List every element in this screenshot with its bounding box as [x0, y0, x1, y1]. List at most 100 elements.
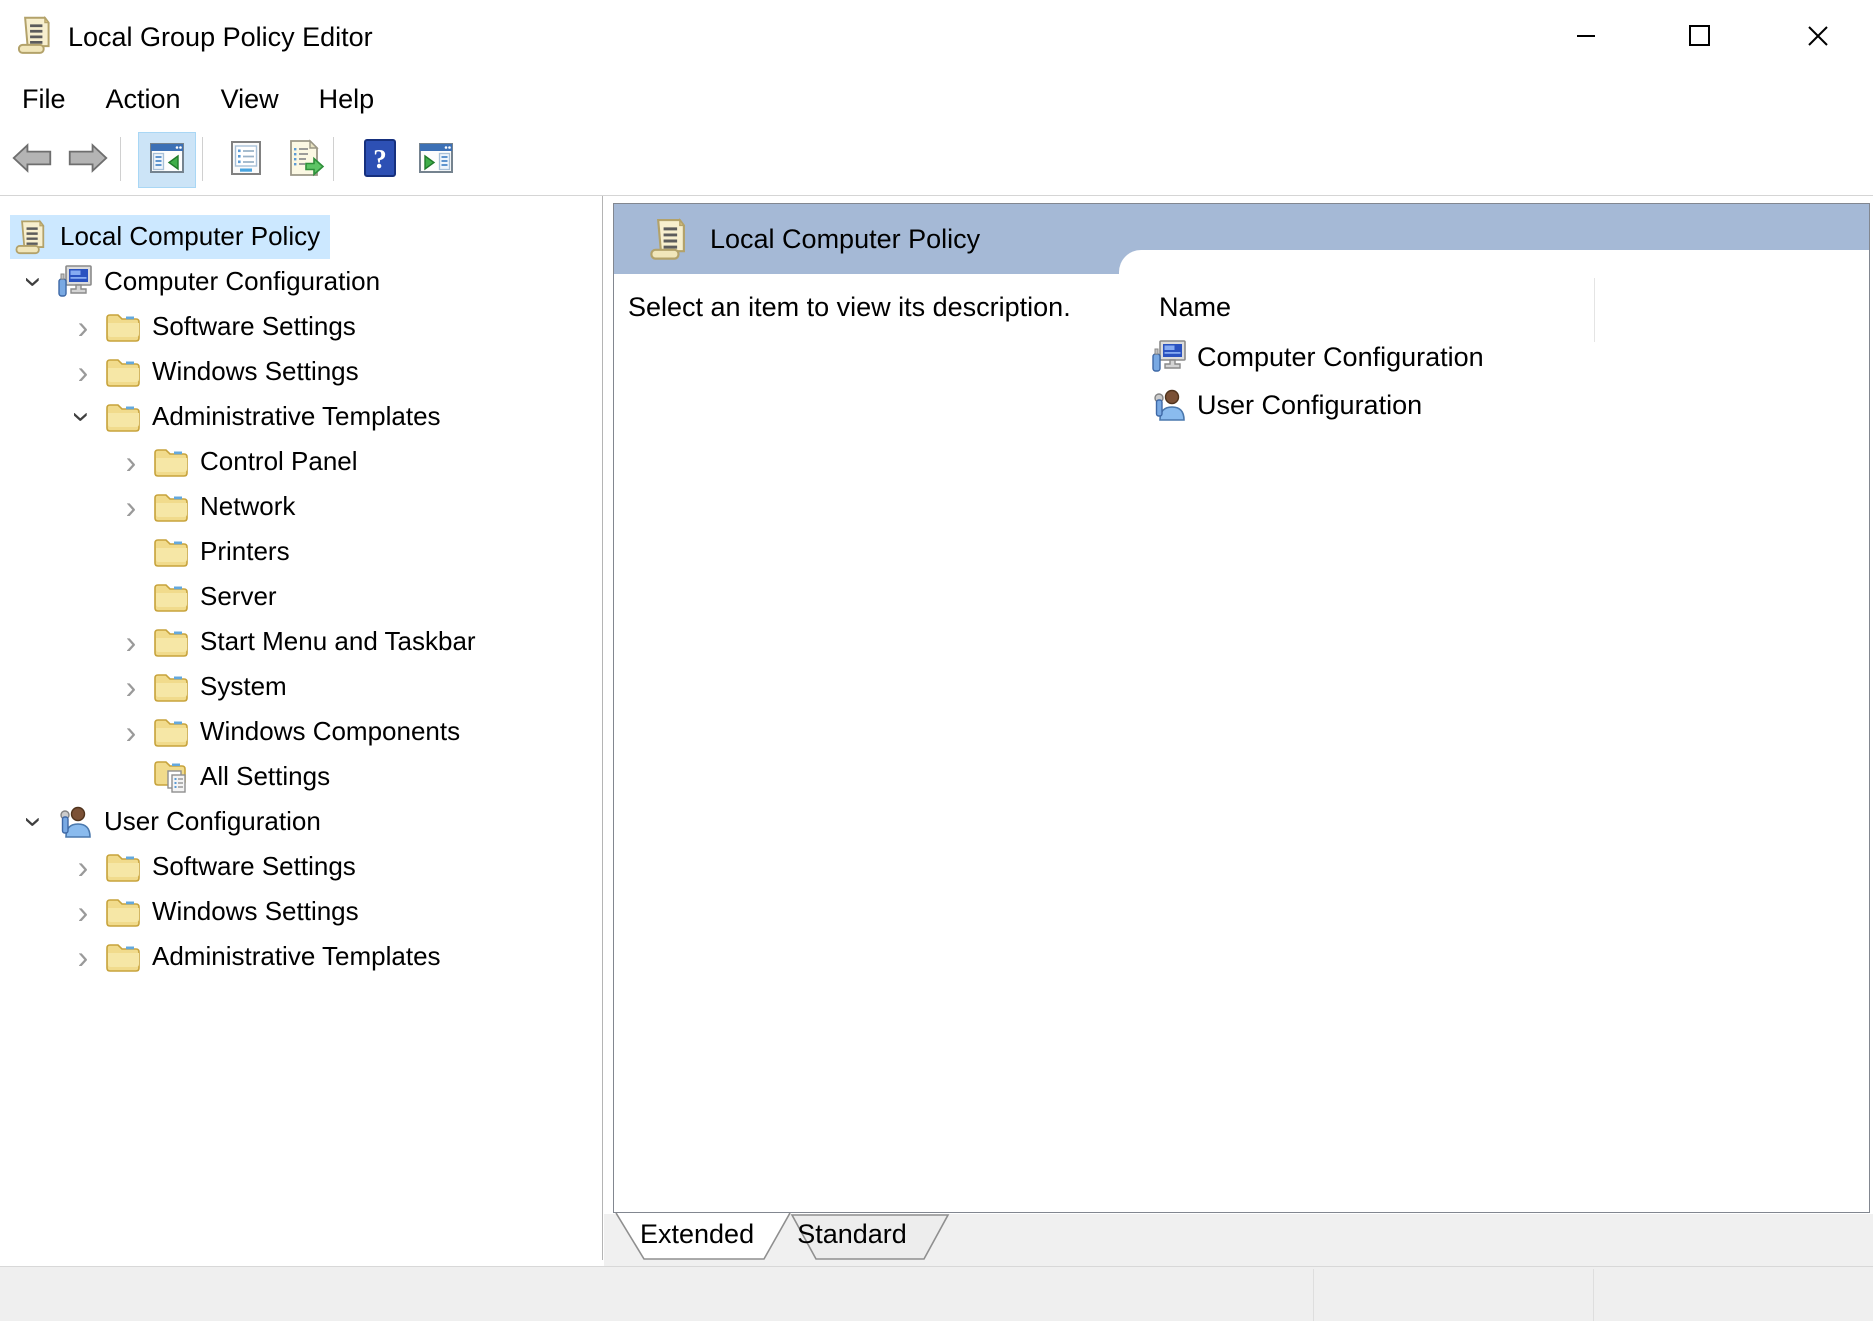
expander-icon[interactable]: › — [64, 896, 102, 928]
list-item-user-configuration[interactable]: User Configuration — [1150, 382, 1422, 428]
forward-button[interactable] — [64, 137, 112, 183]
tree-item-label: Windows Settings — [152, 356, 359, 387]
description-text: Select an item to view its description. — [628, 292, 1071, 323]
local-group-policy-editor-window: Local Group Policy Editor FileActionView… — [0, 0, 1873, 1321]
menu-action[interactable]: Action — [86, 75, 201, 123]
expander-icon[interactable]: › — [64, 356, 102, 388]
scroll-icon — [12, 217, 50, 257]
toolbar-separator — [120, 137, 121, 181]
forward-icon — [67, 138, 109, 183]
folder-all-settings-icon — [152, 757, 190, 797]
status-separator — [1313, 1269, 1314, 1321]
tree-item-administrative-templates[interactable]: › Administrative Templates — [0, 934, 602, 979]
tree-item-label: Windows Settings — [152, 896, 359, 927]
tree-item-label: System — [200, 671, 287, 702]
show-console-tree-icon — [146, 138, 188, 183]
expander-icon[interactable]: › — [112, 671, 150, 703]
scroll-icon — [646, 215, 692, 263]
tree-item-software-settings[interactable]: › Software Settings — [0, 304, 602, 349]
tree-item-label: Printers — [200, 536, 290, 567]
tree-item-system[interactable]: › System — [0, 664, 602, 709]
tree-item-start-menu-and-taskbar[interactable]: › Start Menu and Taskbar — [0, 619, 602, 664]
tree-item-label: Control Panel — [200, 446, 358, 477]
folder-icon — [152, 712, 190, 752]
folder-icon — [104, 847, 142, 887]
tree-item-local-computer-policy[interactable]: Local Computer Policy — [0, 214, 602, 259]
expander-icon[interactable]: › — [64, 851, 102, 883]
tree-item-printers[interactable]: Printers — [0, 529, 602, 574]
app-scroll-icon — [14, 14, 56, 56]
export-list-icon — [283, 138, 325, 183]
show-action-pane-icon — [415, 138, 457, 183]
tab-extended[interactable]: Extended — [640, 1219, 752, 1250]
tree-item-all-settings[interactable]: All Settings — [0, 754, 602, 799]
folder-icon — [152, 487, 190, 527]
tree-item-windows-settings[interactable]: › Windows Settings — [0, 889, 602, 934]
expander-icon[interactable]: › — [112, 446, 150, 478]
title-bar: Local Group Policy Editor — [0, 0, 1873, 75]
window-title: Local Group Policy Editor — [68, 0, 373, 75]
tree-item-computer-configuration[interactable]: › Computer Configuration — [0, 259, 602, 304]
folder-icon — [152, 577, 190, 617]
user-icon — [56, 802, 94, 842]
folder-icon — [104, 937, 142, 977]
tree-item-label: User Configuration — [104, 806, 321, 837]
details-pane-title: Local Computer Policy — [710, 204, 980, 274]
name-column-header[interactable]: Name — [1159, 292, 1231, 323]
list-item-computer-configuration[interactable]: Computer Configuration — [1150, 334, 1484, 380]
tree-item-administrative-templates[interactable]: › Administrative Templates — [0, 394, 602, 439]
menu-help[interactable]: Help — [299, 75, 395, 123]
close-button[interactable] — [1795, 13, 1841, 59]
svg-text:?: ? — [373, 144, 387, 174]
back-icon — [11, 138, 53, 183]
expander-icon[interactable]: › — [19, 263, 51, 301]
export-list-button[interactable] — [280, 137, 328, 183]
console-tree-pane: Local Computer Policy › Computer Configu… — [0, 196, 603, 1260]
list-item-label: User Configuration — [1197, 390, 1422, 421]
expander-icon[interactable]: › — [112, 491, 150, 523]
tree-item-label: Software Settings — [152, 311, 356, 342]
tree-item-windows-settings[interactable]: › Windows Settings — [0, 349, 602, 394]
show-action-pane-button[interactable] — [412, 137, 460, 183]
tree-item-label: Start Menu and Taskbar — [200, 626, 476, 657]
folder-icon — [152, 622, 190, 662]
column-divider — [1594, 278, 1595, 342]
minimize-button[interactable] — [1564, 13, 1610, 59]
menu-view[interactable]: View — [201, 75, 299, 123]
tree-item-label: Software Settings — [152, 851, 356, 882]
maximize-button[interactable] — [1677, 13, 1723, 59]
folder-icon — [104, 307, 142, 347]
tree-item-control-panel[interactable]: › Control Panel — [0, 439, 602, 484]
tree-item-software-settings[interactable]: › Software Settings — [0, 844, 602, 889]
tree-item-label: Server — [200, 581, 277, 612]
status-separator — [1593, 1269, 1594, 1321]
expander-icon[interactable]: › — [112, 716, 150, 748]
expander-icon[interactable]: › — [64, 941, 102, 973]
tree-item-label: All Settings — [200, 761, 330, 792]
console-tree: Local Computer Policy › Computer Configu… — [0, 196, 602, 979]
expander-icon[interactable]: › — [64, 311, 102, 343]
tree-item-label: Network — [200, 491, 295, 522]
menu-file[interactable]: File — [2, 75, 86, 123]
properties-button[interactable] — [222, 137, 270, 183]
tree-item-user-configuration[interactable]: › User Configuration — [0, 799, 602, 844]
back-button[interactable] — [8, 137, 56, 183]
help-button[interactable]: ? — [356, 137, 404, 183]
folder-icon — [152, 532, 190, 572]
show-console-tree-button[interactable] — [138, 132, 196, 188]
details-pane: Local Computer Policy Select an item to … — [613, 203, 1870, 1213]
tab-standard[interactable]: Standard — [794, 1219, 910, 1250]
expander-icon[interactable]: › — [67, 398, 99, 436]
expander-icon[interactable]: › — [19, 803, 51, 841]
toolbar: ? — [0, 123, 1873, 196]
toolbar-separator — [202, 137, 203, 181]
tree-item-windows-components[interactable]: › Windows Components — [0, 709, 602, 754]
tree-item-network[interactable]: › Network — [0, 484, 602, 529]
list-item-label: Computer Configuration — [1197, 342, 1484, 373]
tree-item-server[interactable]: Server — [0, 574, 602, 619]
toolbar-separator — [333, 137, 334, 181]
help-icon: ? — [359, 138, 401, 183]
tree-item-label: Local Computer Policy — [60, 221, 320, 252]
expander-icon[interactable]: › — [112, 626, 150, 658]
folder-icon — [152, 667, 190, 707]
